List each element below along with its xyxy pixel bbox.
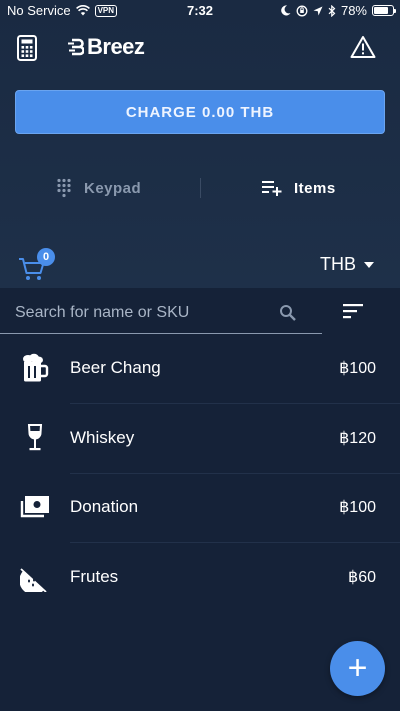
search-bar: [0, 292, 322, 334]
item-name: Donation: [70, 497, 139, 516]
search-input[interactable]: [15, 300, 270, 326]
brand-logo: Breez: [68, 34, 145, 60]
tab-keypad-label: Keypad: [84, 179, 142, 197]
battery-fill: [374, 7, 389, 14]
playlist-add-icon: [262, 181, 282, 196]
list-item-donation[interactable]: Donation ฿100: [0, 473, 400, 543]
status-bar: No Service VPN 7:32 78%: [0, 0, 400, 22]
add-item-button[interactable]: +: [330, 641, 385, 696]
item-price: ฿100: [339, 360, 376, 377]
moon-icon: [281, 5, 291, 16]
search-icon[interactable]: [279, 304, 297, 322]
orientation-lock-icon: [296, 5, 308, 16]
wine-glass-icon: [27, 424, 43, 451]
item-price: ฿120: [339, 430, 376, 447]
item-name: Whiskey: [70, 428, 135, 447]
brand-name: Breez: [87, 34, 145, 59]
app-header: Breez: [0, 30, 400, 66]
caret-down-icon: [364, 261, 374, 268]
tab-items[interactable]: Items: [262, 172, 336, 204]
watermelon-icon: [20, 568, 47, 592]
status-right: 78%: [281, 3, 396, 18]
money-icon: [20, 496, 49, 518]
tab-divider: [200, 178, 201, 198]
currency-selector[interactable]: THB: [320, 254, 374, 275]
battery-percent: 78%: [340, 3, 367, 18]
calculator-icon[interactable]: [16, 35, 38, 61]
item-name: Frutes: [70, 567, 119, 586]
item-price: ฿100: [339, 499, 376, 516]
charge-button[interactable]: CHARGE 0.00 THB: [15, 90, 385, 134]
item-price: ฿60: [348, 569, 376, 586]
warning-icon[interactable]: [350, 35, 376, 59]
location-icon: [313, 6, 323, 15]
list-item-beer-chang[interactable]: Beer Chang ฿100: [0, 334, 400, 404]
cart-button[interactable]: 0: [18, 248, 56, 282]
bluetooth-icon: [328, 4, 336, 17]
sort-icon[interactable]: [342, 302, 364, 320]
list-item-frutes[interactable]: Frutes ฿60: [0, 543, 400, 613]
cart-count-badge: 0: [37, 248, 55, 266]
tab-keypad[interactable]: Keypad: [56, 172, 141, 204]
keypad-icon: [57, 178, 71, 198]
logo-mark-icon: [68, 38, 84, 56]
battery-icon: [372, 5, 396, 16]
currency-label: THB: [320, 254, 356, 274]
list-item-whiskey[interactable]: Whiskey ฿120: [0, 404, 400, 474]
item-name: Beer Chang: [70, 358, 161, 377]
beer-icon: [23, 353, 49, 382]
tab-items-label: Items: [294, 179, 336, 197]
